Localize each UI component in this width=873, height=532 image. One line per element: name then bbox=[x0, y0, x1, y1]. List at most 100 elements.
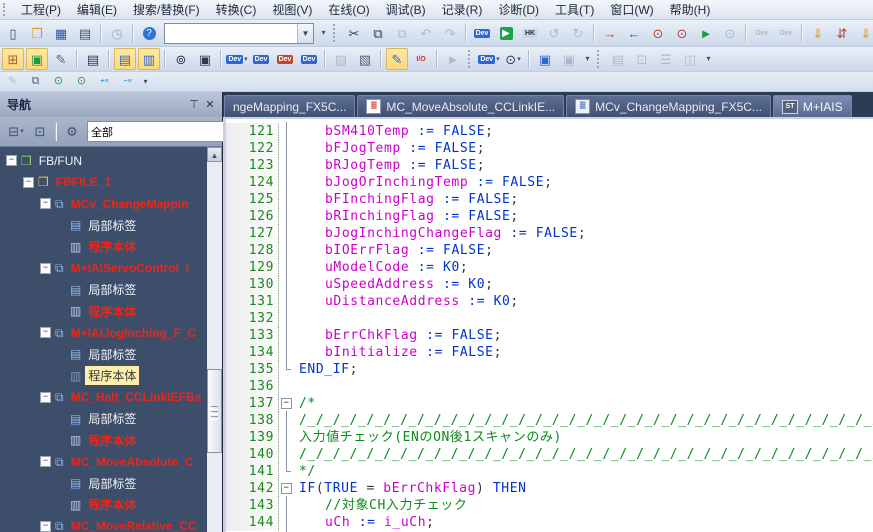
code-line-122[interactable]: 122 bFJogTemp := FALSE; bbox=[226, 139, 873, 158]
pin-icon[interactable]: ⊤ bbox=[186, 97, 202, 113]
tree-item-2[interactable]: − ❒ FBFILE_1 bbox=[0, 172, 222, 194]
st-code-editor[interactable]: 121 bSM410Temp := FALSE; 122 bFJogTemp := F… bbox=[223, 117, 873, 532]
device-test-button[interactable]: Dev bbox=[274, 48, 296, 70]
fold-marker-icon[interactable] bbox=[279, 480, 294, 497]
menu-item-12[interactable]: 帮助(H) bbox=[662, 0, 719, 20]
bookmark-jump-button[interactable]: ⇓ bbox=[807, 22, 829, 44]
settings-button[interactable]: ⚙ bbox=[61, 121, 83, 143]
search-back-button[interactable]: ⊙ bbox=[48, 73, 69, 91]
tree-item-4[interactable]: ▤ 局部标签 bbox=[0, 215, 222, 237]
device-batch-search-button[interactable]: ⊙ bbox=[671, 22, 693, 44]
scrollbar-track[interactable] bbox=[207, 162, 222, 532]
find-button[interactable]: ⊚ bbox=[170, 48, 192, 70]
collapse-expander-icon[interactable]: − bbox=[40, 327, 51, 339]
menu-item-2[interactable]: 编辑(E) bbox=[69, 0, 125, 20]
monitor-watch-button[interactable]: ► bbox=[695, 22, 717, 44]
tree-item-1[interactable]: − ❒ FB/FUN bbox=[0, 150, 222, 172]
menu-item-9[interactable]: 诊断(D) bbox=[490, 0, 547, 20]
device-search-button[interactable]: ⊙ bbox=[647, 22, 669, 44]
document-edit-button[interactable]: ⧉ bbox=[25, 73, 46, 91]
device-batch-button[interactable]: Dev bbox=[250, 48, 272, 70]
collapse-expander-icon[interactable]: − bbox=[40, 456, 51, 468]
menu-item-7[interactable]: 调试(B) bbox=[378, 0, 434, 20]
code-line-128[interactable]: 128 bIOErrFlag := FALSE; bbox=[226, 241, 873, 260]
quick-find-combo[interactable]: ▼ bbox=[164, 22, 314, 44]
code-line-139[interactable]: 139 入力値チェック(ENのON後1スキャンのみ) bbox=[226, 428, 873, 447]
device-eye-button[interactable]: Dev ▾ bbox=[478, 48, 500, 70]
tree-item-16[interactable]: ▤ 局部标签 bbox=[0, 473, 222, 495]
code-line-142[interactable]: 142 IF(TRUE = bErrChkFlag) THEN bbox=[226, 480, 873, 497]
tree-collapse-button[interactable]: ⊡ bbox=[29, 121, 51, 143]
tree-item-13[interactable]: ▤ 局部标签 bbox=[0, 408, 222, 430]
close-icon[interactable]: ✕ bbox=[202, 97, 218, 113]
monitor-view-button[interactable]: ▣ bbox=[26, 48, 48, 70]
monitor-start-button[interactable]: ▶ bbox=[495, 22, 517, 44]
code-line-121[interactable]: 121 bSM410Temp := FALSE; bbox=[226, 122, 873, 141]
work-window-button[interactable]: ▤ bbox=[114, 48, 136, 70]
tree-item-14[interactable]: ▥ 程序本体 bbox=[0, 430, 222, 452]
write-to-plc-button[interactable]: → bbox=[599, 22, 621, 44]
tree-item-7[interactable]: ▤ 局部标签 bbox=[0, 279, 222, 301]
parameter-button[interactable]: ▤ bbox=[82, 48, 104, 70]
toolbar-overflow-button-3[interactable]: ▾ bbox=[702, 49, 715, 69]
code-line-129[interactable]: 129 uModelCode := K0; bbox=[226, 258, 873, 277]
print-button[interactable]: ▤ bbox=[74, 22, 96, 44]
cross-reference-button[interactable]: ⇵ bbox=[831, 22, 853, 44]
tree-item-3[interactable]: − ⧉ MCv_ChangeMappin bbox=[0, 193, 222, 215]
io-check-button[interactable]: I/O bbox=[410, 48, 432, 70]
code-line-130[interactable]: 130 uSpeedAddress := K0; bbox=[226, 275, 873, 294]
code-line-134[interactable]: 134 bInitialize := FALSE; bbox=[226, 343, 873, 362]
tab-document-1[interactable]: ngeMapping_FX5C... bbox=[224, 95, 356, 117]
read-from-plc-button[interactable]: ← bbox=[623, 22, 645, 44]
device-display-button[interactable]: Dev ▾ bbox=[226, 48, 248, 70]
fold-marker-icon[interactable] bbox=[279, 395, 294, 412]
collapse-expander-icon[interactable]: − bbox=[6, 155, 17, 167]
tree-item-5[interactable]: ▥ 程序本体 bbox=[0, 236, 222, 258]
line-delete-button[interactable]: −≡ bbox=[117, 73, 138, 91]
menu-item-1[interactable]: 工程(P) bbox=[13, 0, 69, 20]
code-line-137[interactable]: 137 /* bbox=[226, 395, 873, 412]
monitor-mode-button[interactable]: HK bbox=[519, 22, 541, 44]
window-search-button[interactable]: ▣ bbox=[534, 48, 556, 70]
menu-item-11[interactable]: 窗口(W) bbox=[602, 0, 661, 20]
collapse-expander-icon[interactable]: − bbox=[40, 391, 51, 403]
new-file-button[interactable]: ▯ bbox=[2, 22, 24, 44]
tree-display-button[interactable]: ⊟ ▾ bbox=[5, 121, 27, 143]
menu-item-3[interactable]: 搜索/替换(F) bbox=[125, 0, 208, 20]
code-line-131[interactable]: 131 uDistanceAddress := K0; bbox=[226, 292, 873, 311]
code-line-138[interactable]: 138 /_/_/_/_/_/_/_/_/_/_/_/_/_/_/_/_/_/_/… bbox=[226, 411, 873, 430]
code-line-144[interactable]: 144 uCh := i_uCh; bbox=[226, 513, 873, 532]
collapse-expander-icon[interactable]: − bbox=[40, 262, 51, 274]
scrollbar-thumb[interactable] bbox=[207, 369, 222, 454]
device-edit-button[interactable]: ✎ bbox=[50, 48, 72, 70]
st-edit-button[interactable]: ✎ bbox=[386, 48, 408, 70]
tree-item-17[interactable]: ▥ 程序本体 bbox=[0, 494, 222, 516]
code-line-126[interactable]: 126 bRInchingFlag := FALSE; bbox=[226, 207, 873, 226]
save-project-button[interactable]: ▦ bbox=[50, 22, 72, 44]
code-line-132[interactable]: 132 bbox=[226, 309, 873, 328]
tree-item-8[interactable]: ▥ 程序本体 bbox=[0, 301, 222, 323]
tree-item-9[interactable]: − ⧉ M+IAIJogInching_F_C bbox=[0, 322, 222, 344]
cut-button[interactable]: ✂ bbox=[343, 22, 365, 44]
code-line-124[interactable]: 124 bJogOrInchingTemp := FALSE; bbox=[226, 173, 873, 192]
device-write-button[interactable]: Dev bbox=[471, 22, 493, 44]
tab-document-2[interactable]: ≣ MC_MoveAbsolute_CCLinkIE... bbox=[357, 95, 565, 117]
chevron-down-icon[interactable]: ▼ bbox=[297, 23, 313, 43]
help-button[interactable]: ? bbox=[138, 22, 160, 44]
menu-item-10[interactable]: 工具(T) bbox=[547, 0, 602, 20]
tree-item-6[interactable]: − ⧉ M+IAIServoControl_I bbox=[0, 258, 222, 280]
open-project-button[interactable]: ❒ bbox=[26, 22, 48, 44]
collapse-expander-icon[interactable]: − bbox=[23, 176, 34, 188]
work-window-button-2[interactable]: ▥ bbox=[138, 48, 160, 70]
menu-item-6[interactable]: 在线(O) bbox=[320, 0, 377, 20]
code-line-140[interactable]: 140 /_/_/_/_/_/_/_/_/_/_/_/_/_/_/_/_/_/_/… bbox=[226, 445, 873, 464]
menu-item-5[interactable]: 视图(V) bbox=[264, 0, 320, 20]
device-register-button[interactable]: Dev bbox=[298, 48, 320, 70]
code-line-143[interactable]: 143 //対象CH入力チェック bbox=[226, 496, 873, 515]
find-replace-button[interactable]: ▣ bbox=[194, 48, 216, 70]
menu-item-8[interactable]: 记录(R) bbox=[434, 0, 491, 20]
menu-item-4[interactable]: 转换(C) bbox=[208, 0, 265, 20]
comment-edit-button[interactable]: ▧ bbox=[354, 48, 376, 70]
tree-item-18[interactable]: − ⧉ MC_MoveRelative_CC bbox=[0, 516, 222, 532]
code-line-125[interactable]: 125 bFInchingFlag := FALSE; bbox=[226, 190, 873, 209]
